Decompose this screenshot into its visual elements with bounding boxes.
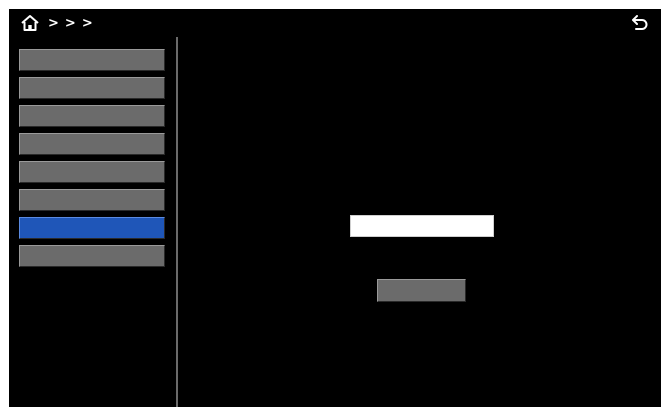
save-button[interactable] <box>377 279 466 302</box>
chevron-right-icon: > <box>81 15 93 31</box>
chevron-right-icon: > <box>64 15 76 31</box>
sidebar-item-3[interactable] <box>19 105 165 127</box>
number-input[interactable] <box>350 215 494 237</box>
main-panel <box>178 37 661 407</box>
chevron-right-icon: > <box>48 15 59 31</box>
back-arrow-icon <box>632 15 648 30</box>
sidebar-item-7[interactable] <box>19 217 165 239</box>
breadcrumb: > > > <box>45 9 621 37</box>
top-bar: > > > <box>9 9 661 37</box>
home-icon <box>21 15 39 31</box>
sidebar-item-5[interactable] <box>19 161 165 183</box>
app-screen: > > > <box>9 9 661 407</box>
sidebar-item-4[interactable] <box>19 133 165 155</box>
sidebar-item-8[interactable] <box>19 245 165 267</box>
back-button[interactable] <box>629 13 651 33</box>
home-button[interactable] <box>19 12 41 34</box>
sidebar-item-1[interactable] <box>19 49 165 71</box>
sidebar-item-6[interactable] <box>19 189 165 211</box>
sidebar <box>9 37 175 407</box>
sidebar-item-2[interactable] <box>19 77 165 99</box>
